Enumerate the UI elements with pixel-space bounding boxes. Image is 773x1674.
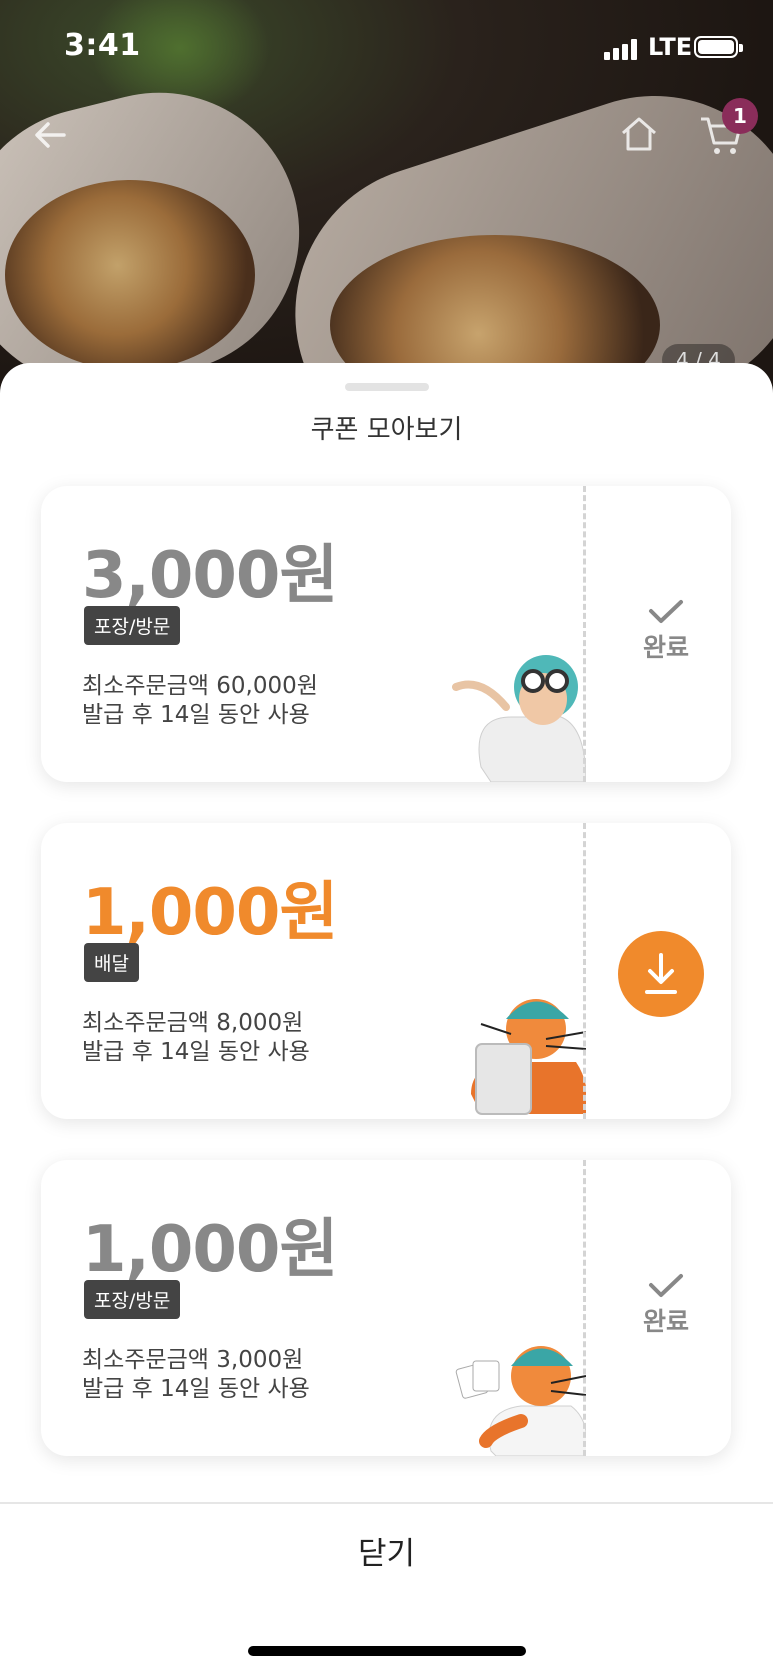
character-illustration — [455, 1346, 586, 1456]
coupon-amount: 1,000원 — [82, 1213, 338, 1287]
close-button[interactable]: 닫기 — [0, 1528, 773, 1573]
coupon-type-tag: 포장/방문 — [84, 606, 181, 645]
coupon-perforation — [583, 486, 586, 782]
character-illustration — [471, 999, 586, 1115]
status-bar: 3:41 LTE — [0, 0, 773, 96]
home-indicator[interactable] — [248, 1646, 526, 1656]
coupon-card: 1,000원 포장/방문 최소주문금액 3,000원 발급 후 14일 동안 사… — [41, 1160, 731, 1456]
signal-icon — [604, 38, 644, 60]
battery-icon — [694, 36, 743, 58]
coupon-min-order: 최소주문금액 8,000원 — [82, 1010, 304, 1036]
check-icon — [649, 1274, 683, 1297]
status-time: 3:41 — [64, 28, 141, 63]
coupon-status: 완료 — [626, 596, 706, 664]
coupon-status: 완료 — [626, 1270, 706, 1338]
sheet-grabber[interactable] — [345, 383, 429, 391]
home-icon[interactable] — [618, 113, 660, 155]
coupon-validity: 발급 후 14일 동안 사용 — [82, 1039, 310, 1065]
coupon-perforation — [583, 1160, 586, 1456]
coupon-conditions: 최소주문금액 8,000원 발급 후 14일 동안 사용 — [82, 1009, 310, 1067]
cart-count-badge: 1 — [722, 98, 758, 134]
network-type: LTE — [648, 33, 693, 61]
coupon-min-order: 최소주문금액 3,000원 — [82, 1347, 304, 1373]
back-arrow-icon[interactable] — [30, 115, 70, 155]
coupon-card: 3,000원 포장/방문 최소주문금액 60,000원 발급 후 14일 동안 … — [41, 486, 731, 782]
character-illustration — [452, 655, 586, 782]
coupon-validity: 발급 후 14일 동안 사용 — [82, 702, 310, 728]
coupon-status-label: 완료 — [642, 633, 689, 662]
coupon-status-label: 완료 — [642, 1307, 689, 1336]
coupon-conditions: 최소주문금액 3,000원 발급 후 14일 동안 사용 — [82, 1346, 310, 1404]
coupon-sheet: 쿠폰 모아보기 3,000원 포장/방문 최소주문금액 60,000원 발급 후… — [0, 363, 773, 1674]
download-icon — [645, 953, 677, 994]
coupon-validity: 발급 후 14일 동안 사용 — [82, 1376, 310, 1402]
download-coupon-button[interactable] — [618, 931, 704, 1017]
coupon-type-tag: 배달 — [84, 943, 139, 982]
coupon-conditions: 최소주문금액 60,000원 발급 후 14일 동안 사용 — [82, 672, 318, 730]
footer-divider — [0, 1502, 773, 1504]
coupon-perforation — [583, 823, 586, 1119]
coupon-type-tag: 포장/방문 — [84, 1280, 181, 1319]
coupon-min-order: 최소주문금액 60,000원 — [82, 673, 318, 699]
coupon-card: 1,000원 배달 최소주문금액 8,000원 발급 후 14일 동안 사용 — [41, 823, 731, 1119]
coupon-amount: 3,000원 — [82, 539, 338, 613]
coupon-amount: 1,000원 — [82, 876, 338, 950]
sheet-title: 쿠폰 모아보기 — [310, 415, 463, 445]
check-icon — [649, 600, 683, 623]
